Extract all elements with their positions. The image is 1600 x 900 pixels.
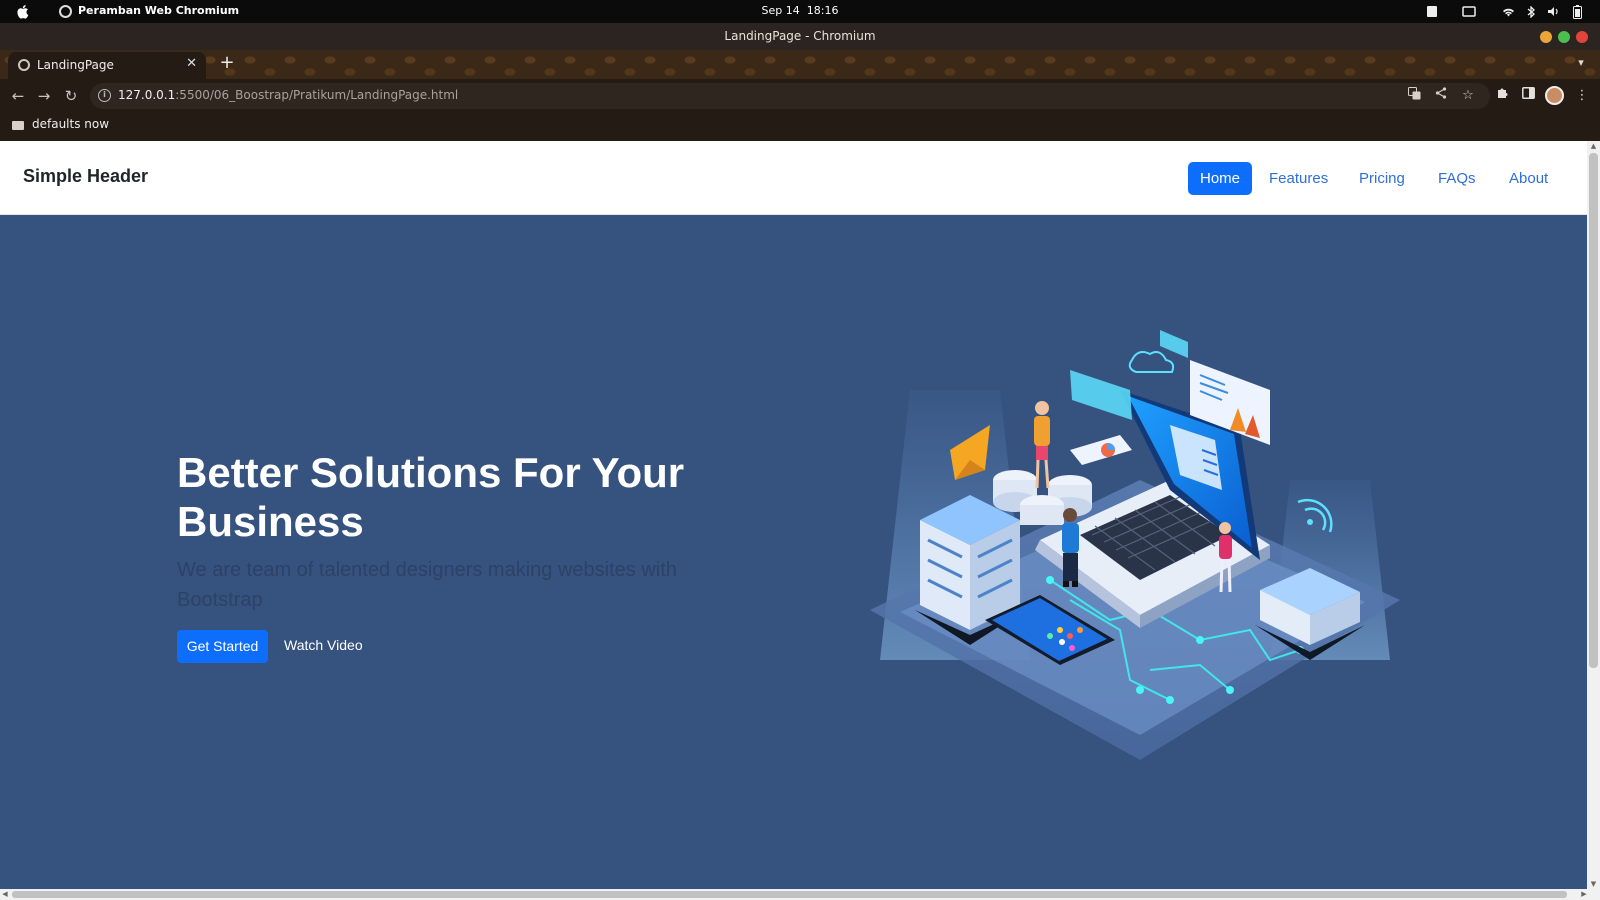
nav-faqs[interactable]: FAQs — [1426, 162, 1488, 195]
os-top-bar: Peramban Web Chromium Sep 14 18:16 — [0, 0, 1600, 23]
active-app-name[interactable]: Peramban Web Chromium — [78, 4, 239, 17]
minimize-button[interactable] — [1540, 31, 1552, 43]
hero-illustration — [870, 330, 1400, 760]
close-window-button[interactable] — [1576, 31, 1588, 43]
site-header: Simple Header Home Features Pricing FAQs… — [0, 141, 1587, 215]
horizontal-scrollbar[interactable]: ◀ ▶ — [0, 889, 1600, 900]
translate-icon[interactable] — [1405, 87, 1423, 105]
hero-section: Better Solutions For Your Business We ar… — [0, 215, 1587, 889]
clock[interactable]: Sep 14 18:16 — [0, 4, 1600, 17]
new-tab-button[interactable]: + — [216, 52, 238, 74]
site-brand[interactable]: Simple Header — [23, 166, 148, 187]
side-panel-icon[interactable] — [1518, 86, 1538, 106]
horizontal-scroll-thumb[interactable] — [12, 891, 1567, 898]
notes-icon[interactable] — [1424, 3, 1440, 20]
address-bar[interactable]: i 127.0.0.1:5500/06_Boostrap/Pratikum/La… — [90, 83, 1490, 109]
tab-landingpage[interactable]: LandingPage ✕ — [8, 52, 206, 79]
scroll-right-arrow-icon[interactable]: ▶ — [1579, 889, 1589, 900]
url-path: :5500/06_Boostrap/Pratikum/LandingPage.h… — [175, 88, 459, 102]
url-host: 127.0.0.1 — [118, 88, 176, 102]
chromium-icon — [59, 5, 72, 18]
scroll-down-arrow-icon[interactable]: ▼ — [1587, 879, 1600, 889]
maximize-button[interactable] — [1558, 31, 1570, 43]
get-started-button[interactable]: Get Started — [177, 630, 268, 663]
site-info-icon[interactable]: i — [98, 89, 111, 102]
back-button[interactable]: ← — [7, 85, 29, 107]
nav-pricing[interactable]: Pricing — [1347, 162, 1417, 195]
watch-video-link[interactable]: Watch Video — [284, 637, 363, 653]
browser-menu-icon[interactable]: ⋮ — [1572, 86, 1592, 106]
date-label: Sep 14 — [761, 4, 800, 17]
tab-strip: LandingPage ✕ + ▾ — [0, 50, 1600, 79]
globe-icon — [18, 59, 30, 71]
scroll-up-arrow-icon[interactable]: ▲ — [1587, 141, 1600, 151]
folder-icon — [12, 120, 24, 130]
bookmark-label: defaults now — [32, 117, 110, 131]
page-viewport: Simple Header Home Features Pricing FAQs… — [0, 141, 1600, 900]
share-icon[interactable] — [1432, 87, 1450, 105]
browser-toolbar: ← → ↻ i 127.0.0.1:5500/06_Boostrap/Prati… — [0, 79, 1600, 112]
window-title: LandingPage - Chromium — [724, 29, 876, 43]
nav-home[interactable]: Home — [1188, 162, 1253, 195]
tab-label: LandingPage — [37, 58, 114, 72]
volume-icon[interactable] — [1545, 3, 1561, 20]
bookmark-star-icon[interactable]: ☆ — [1459, 87, 1477, 105]
tab-close-button[interactable]: ✕ — [186, 56, 197, 71]
forward-button[interactable]: → — [33, 85, 55, 107]
nav-about[interactable]: About — [1497, 162, 1560, 195]
bluetooth-icon[interactable] — [1524, 3, 1538, 20]
vertical-scroll-thumb[interactable] — [1589, 153, 1598, 668]
hero-subtitle: We are team of talented designers making… — [177, 559, 677, 611]
apple-logo-icon[interactable] — [16, 4, 30, 19]
battery-icon[interactable] — [1570, 3, 1584, 20]
vertical-scrollbar[interactable]: ▲ ▼ — [1587, 141, 1600, 889]
profile-avatar[interactable] — [1545, 86, 1564, 105]
time-label: 18:16 — [806, 4, 839, 17]
wifi-icon[interactable] — [1500, 3, 1516, 20]
url-text[interactable]: 127.0.0.1:5500/06_Boostrap/Pratikum/Land… — [118, 88, 458, 102]
scroll-left-arrow-icon[interactable]: ◀ — [0, 889, 10, 900]
tab-search-chevron-icon[interactable]: ▾ — [1572, 54, 1590, 72]
extensions-icon[interactable] — [1492, 86, 1512, 106]
nav-features[interactable]: Features — [1257, 162, 1340, 195]
bookmark-folder-defaults-now[interactable]: defaults now — [12, 117, 109, 131]
hero-title: Better Solutions For Your Business — [177, 449, 685, 545]
display-icon[interactable] — [1460, 3, 1478, 20]
reload-button[interactable]: ↻ — [60, 85, 82, 107]
bookmarks-bar: defaults now — [0, 112, 1600, 141]
window-titlebar[interactable]: LandingPage - Chromium — [0, 23, 1600, 50]
